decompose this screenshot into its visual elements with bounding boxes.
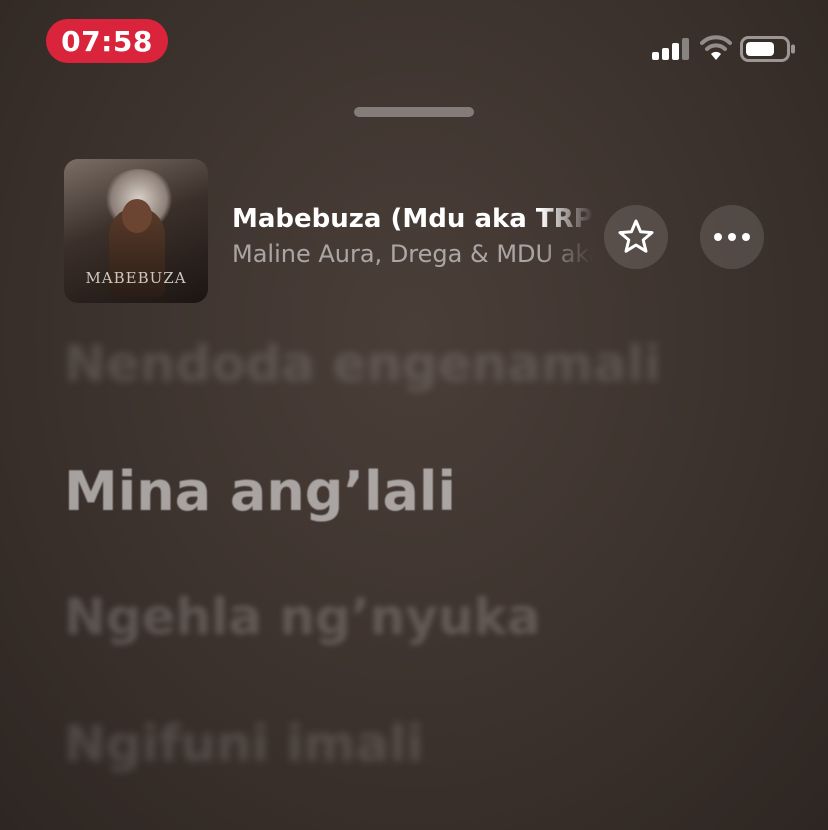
- song-artist: Maline Aura, Drega & MDU aka: [232, 240, 594, 268]
- cellular-signal-icon: [652, 38, 689, 60]
- artwork-title: MABEBUZA: [85, 269, 187, 287]
- lyric-line-previous[interactable]: Nendoda engenamali: [64, 335, 661, 393]
- ellipsis-icon: [714, 233, 750, 241]
- status-time: 07:58: [61, 24, 153, 58]
- wifi-icon: [700, 35, 732, 60]
- status-time-pill[interactable]: 07:58: [46, 19, 168, 63]
- song-title: Mabebuza (Mdu aka TRP: [232, 204, 593, 234]
- more-options-button[interactable]: [700, 205, 764, 269]
- album-artwork[interactable]: MABEBUZA: [64, 159, 208, 303]
- song-info[interactable]: Mabebuza (Mdu aka TRP Maline Aura, Drega…: [232, 200, 594, 270]
- sheet-grabber[interactable]: [354, 107, 474, 117]
- star-icon: [618, 219, 654, 253]
- lyric-line-next[interactable]: Ngifuni imali: [64, 715, 424, 773]
- lyric-line-current[interactable]: Mina ang’lali: [64, 460, 456, 523]
- lyric-line-next[interactable]: Ngehla ng’nyuka: [64, 588, 541, 646]
- artwork-face: [122, 199, 152, 233]
- favorite-button[interactable]: [604, 205, 668, 269]
- battery-icon: [740, 36, 795, 62]
